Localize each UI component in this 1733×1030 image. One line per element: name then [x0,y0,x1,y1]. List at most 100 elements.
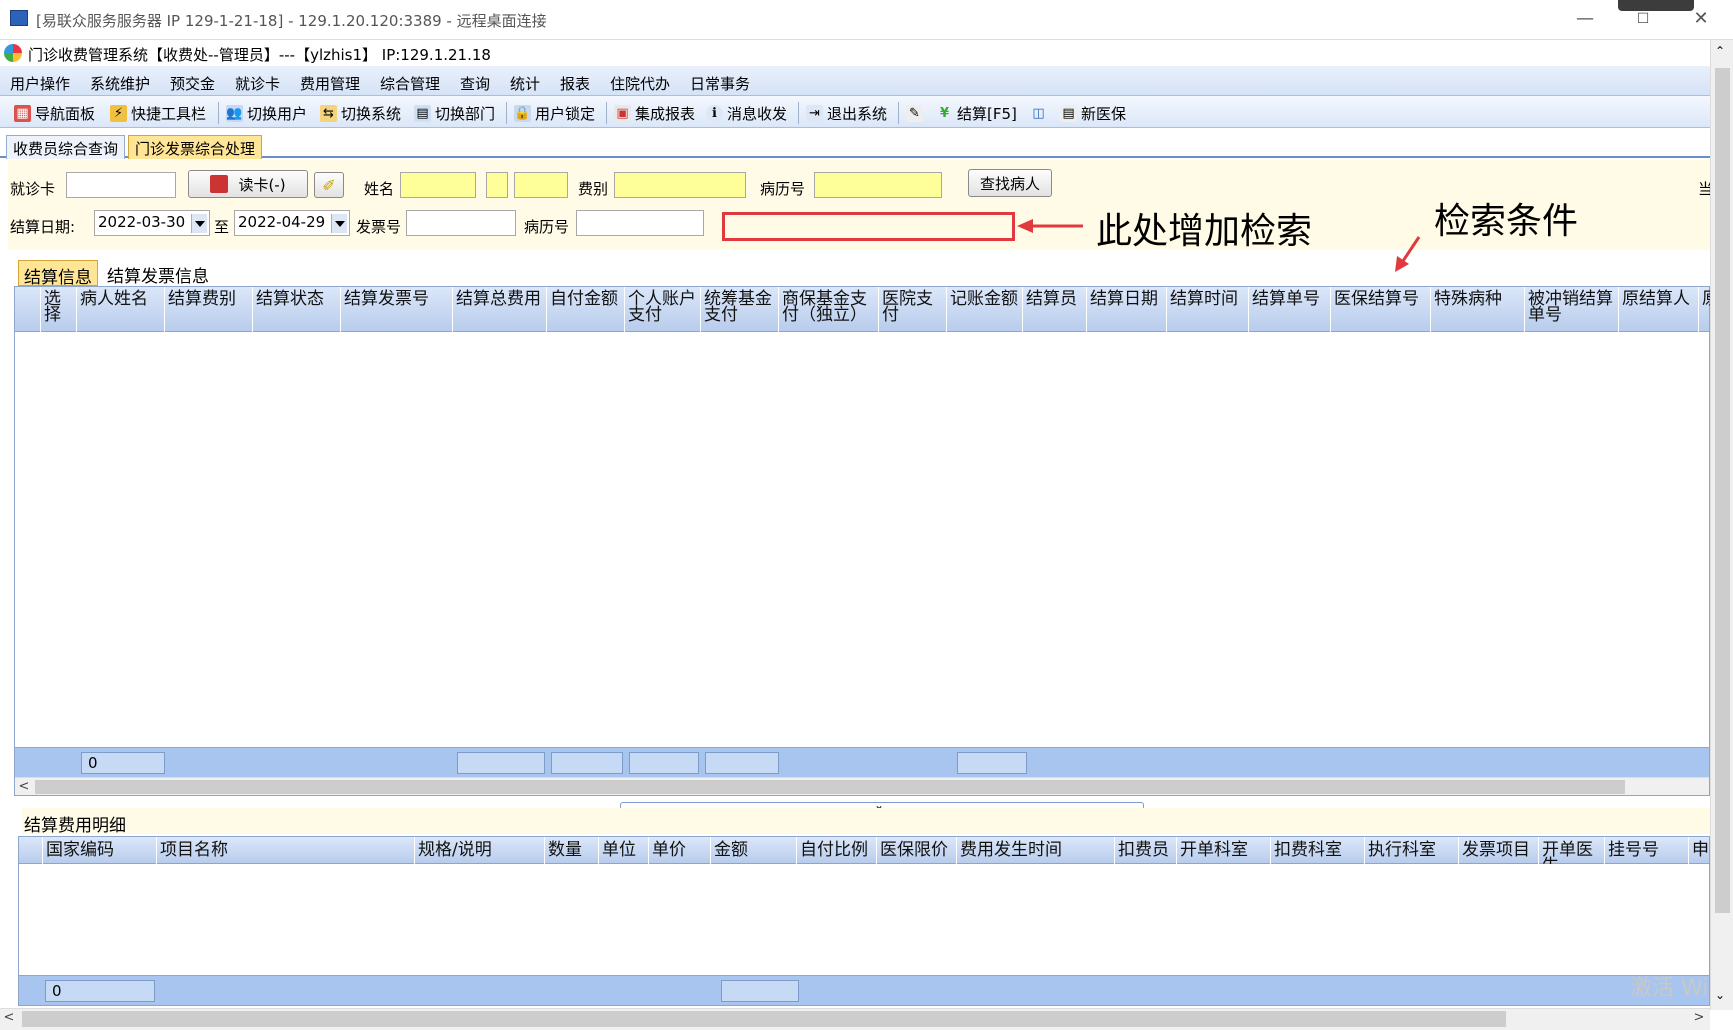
col-settle-status[interactable]: 结算状态 [253,287,341,332]
col-self-pay[interactable]: 自付金额 [547,287,625,332]
edit-button[interactable]: ✎ [906,102,927,124]
invoice-no-input[interactable] [406,210,516,236]
col-deduct-dept[interactable]: 扣费科室 [1271,837,1365,864]
menu-inpatient-agent[interactable]: 住院代办 [610,73,670,94]
menu-general-management[interactable]: 综合管理 [380,73,440,94]
menu-system-maintenance[interactable]: 系统维护 [90,73,150,94]
settlement-subtabs: 结算信息 结算发票信息 [18,258,1710,288]
col-invoice-item[interactable]: 发票项目 [1459,837,1539,864]
col-commercial-fund[interactable]: 商保基金支付（独立） [779,287,879,332]
col-order-doctor[interactable]: 开单医生 [1539,837,1605,864]
menu-fee-management[interactable]: 费用管理 [300,73,360,94]
scrollbar-thumb[interactable] [1715,68,1730,913]
menu-prepayment[interactable]: 预交金 [170,73,215,94]
gender-input[interactable] [486,172,508,198]
scroll-down-icon[interactable]: ⌄ [1715,988,1725,1002]
col-personal-account[interactable]: 个人账户支付 [625,287,701,332]
col-settle-total[interactable]: 结算总费用 [453,287,547,332]
tab-settlement-invoice-info[interactable]: 结算发票信息 [102,260,214,287]
settle-button[interactable]: ¥ 结算[F5] [936,102,1017,124]
scroll-left-icon[interactable]: < [15,778,33,796]
chevron-down-icon[interactable] [191,214,207,233]
settlement-grid[interactable]: 选择 病人姓名 结算费别 结算状态 结算发票号 结算总费用 自付金额 个人账户支… [14,286,1711,796]
col-settle-fee-type[interactable]: 结算费别 [165,287,253,332]
col-more[interactable]: 申 [1689,837,1709,864]
col-settle-no[interactable]: 结算单号 [1249,287,1331,332]
col-reversed-settle-no[interactable]: 被冲销结算单号 [1525,287,1619,332]
menu-visit-card[interactable]: 就诊卡 [235,73,280,94]
tab-cashier-query[interactable]: 收费员综合查询 [6,135,126,159]
book-button[interactable]: ◫ [1030,102,1051,124]
settlement-horizontal-scrollbar[interactable]: < [15,777,1709,795]
scrollbar-thumb[interactable] [22,1011,1506,1027]
age-input[interactable] [514,172,568,198]
menu-statistics[interactable]: 统计 [510,73,540,94]
col-settle-invoice-no[interactable]: 结算发票号 [341,287,453,332]
fee-detail-header: 国家编码 项目名称 规格/说明 数量 单位 单价 金额 自付比例 医保限价 费用… [19,837,1709,864]
user-lock-button[interactable]: 🔒 用户锁定 [514,102,595,124]
col-select[interactable]: 选择 [41,287,77,332]
col-spec[interactable]: 规格/说明 [415,837,545,864]
col-insurance-limit[interactable]: 医保限价 [877,837,957,864]
col-pooled-fund[interactable]: 统筹基金支付 [701,287,779,332]
scroll-up-icon[interactable]: ⌃ [1715,44,1725,58]
col-insurance-settle-no[interactable]: 医保结算号 [1331,287,1431,332]
scroll-left-icon[interactable]: < [0,1009,18,1027]
new-insurance-button[interactable]: ▤ 新医保 [1060,102,1126,124]
switch-user-button[interactable]: 👥 切换用户 [226,102,307,124]
date-to-input[interactable]: 2022-04-29 [234,210,350,236]
col-special-disease[interactable]: 特殊病种 [1431,287,1525,332]
col-amount[interactable]: 金额 [711,837,797,864]
col-hospital-pay[interactable]: 医院支付 [879,287,947,332]
minimize-button[interactable]: — [1562,6,1608,32]
menu-daily-affairs[interactable]: 日常事务 [690,73,750,94]
app-title: 门诊收费管理系统【收费处--管理员】---【ylzhis1】 IP:129.1.… [28,46,491,64]
col-reg-no[interactable]: 挂号号 [1605,837,1689,864]
integrated-report-button[interactable]: ▣ 集成报表 [614,102,695,124]
col-fee-time[interactable]: 费用发生时间 [957,837,1115,864]
fee-type-input[interactable] [614,172,746,198]
menu-user-ops[interactable]: 用户操作 [10,73,70,94]
card-input[interactable] [66,172,176,198]
tab-settlement-info[interactable]: 结算信息 [18,260,98,288]
col-exec-dept[interactable]: 执行科室 [1365,837,1459,864]
col-account-amount[interactable]: 记账金额 [947,287,1023,332]
col-patient-name[interactable]: 病人姓名 [77,287,165,332]
switch-department-button[interactable]: ▤ 切换部门 [414,102,495,124]
col-deductor[interactable]: 扣费员 [1115,837,1177,864]
scrollbar-thumb[interactable] [35,780,1625,794]
col-original-settler[interactable]: 原结算人 [1619,287,1699,332]
col-unit-price[interactable]: 单价 [649,837,711,864]
integrated-report-label: 集成报表 [635,104,696,123]
date-from-input[interactable]: 2022-03-30 [94,210,210,236]
name-input[interactable] [400,172,476,198]
col-settle-date[interactable]: 结算日期 [1087,287,1167,332]
nav-panel-button[interactable]: ▦ 导航面板 [14,102,95,124]
menu-reports[interactable]: 报表 [560,73,590,94]
exit-system-button[interactable]: ⇥ 退出系统 [806,102,887,124]
col-national-code[interactable]: 国家编码 [43,837,157,864]
message-button[interactable]: ℹ 消息收发 [706,102,787,124]
fee-detail-grid[interactable]: 国家编码 项目名称 规格/说明 数量 单位 单价 金额 自付比例 医保限价 费用… [18,836,1710,1006]
switch-system-button[interactable]: ⇆ 切换系统 [320,102,401,124]
col-item-name[interactable]: 项目名称 [157,837,415,864]
connection-bar[interactable] [1618,0,1694,11]
tab-invoice-processing[interactable]: 门诊发票综合处理 [128,135,263,159]
scroll-right-icon[interactable]: > [1690,1009,1708,1027]
read-card-button[interactable]: 读卡(-) [188,170,308,198]
col-order-dept[interactable]: 开单科室 [1177,837,1271,864]
col-settler[interactable]: 结算员 [1023,287,1087,332]
window-horizontal-scrollbar[interactable]: < > [0,1008,1710,1030]
window-vertical-scrollbar[interactable]: ⌃ ⌄ [1710,40,1733,1010]
record-no-input-2[interactable] [576,210,704,236]
clear-button[interactable]: ✐ [314,172,344,198]
shortcut-toolbar-button[interactable]: ⚡ 快捷工具栏 [110,102,206,124]
find-patient-button[interactable]: 查找病人 [968,169,1052,197]
col-self-pay-ratio[interactable]: 自付比例 [797,837,877,864]
menu-query[interactable]: 查询 [460,73,490,94]
chevron-down-icon[interactable] [331,214,347,233]
col-settle-time[interactable]: 结算时间 [1167,287,1249,332]
col-quantity[interactable]: 数量 [545,837,599,864]
record-no-input[interactable] [814,172,942,198]
col-unit[interactable]: 单位 [599,837,649,864]
